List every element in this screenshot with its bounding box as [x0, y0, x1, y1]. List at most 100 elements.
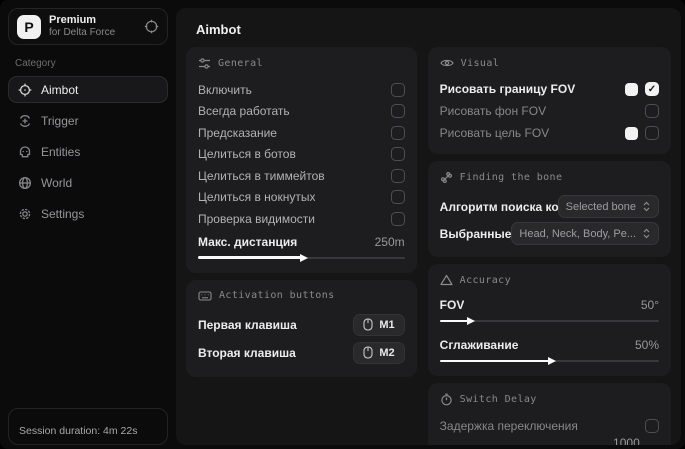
world-icon: [18, 176, 32, 190]
sliders-icon: [198, 57, 211, 70]
max-distance-label: Макс. дистанция: [198, 234, 298, 249]
eye-icon: [439, 57, 454, 69]
switch-delay-toggle-row: Задержка переключения: [440, 415, 659, 437]
toggle-label: Целиться в ботов: [198, 147, 296, 162]
switch-delay-toggle-label: Задержка переключения: [439, 418, 578, 433]
toggle-label: Целиться в тиммейтов: [198, 168, 325, 183]
general-card: General Включить Всегда работать Предска…: [186, 47, 417, 273]
fov-target-color-swatch[interactable]: [625, 126, 638, 140]
app-logo: P: [17, 14, 41, 39]
bone-algorithm-row: Алгоритм поиска костей Selected bone: [440, 193, 659, 220]
accuracy-card: Accuracy FOV 50° Сглаживание 50%: [427, 264, 671, 376]
app-window: P Premium for Delta Force Category Aimbo…: [0, 0, 685, 449]
first-key-label: Первая клавиша: [198, 317, 297, 332]
finding-bone-card: Finding the bone Алгоритм поиска костей …: [427, 161, 671, 257]
smoothing-label: Сглаживание: [439, 338, 519, 352]
category-label: Category: [15, 58, 56, 69]
visibility-check-checkbox[interactable]: [390, 211, 405, 226]
session-duration: Session duration: 4m 22s: [19, 425, 138, 437]
fov-label: FOV: [439, 298, 465, 312]
visual-row: Рисовать фон FOV: [440, 100, 659, 122]
target-bots-checkbox[interactable]: [390, 147, 405, 162]
crosshair-icon: [18, 83, 32, 97]
target-teammates-checkbox[interactable]: [390, 168, 405, 183]
sidebar-item-label: Trigger: [41, 113, 79, 128]
toggle-row: Целиться в ботов: [198, 144, 405, 166]
fov-slider[interactable]: [439, 316, 659, 326]
max-distance-slider[interactable]: [198, 253, 405, 263]
bone-algorithm-label: Алгоритм поиска костей: [439, 199, 558, 214]
switch-delay-header: Switch Delay: [440, 393, 659, 406]
fov-value: 50°: [640, 298, 659, 312]
visual-card: Visual Рисовать границу FOV Рисовать фон…: [427, 47, 671, 154]
switch-delay-ms-value: 1000 ms: [613, 435, 640, 446]
main-panel: Aimbot General Включить Всегда работать …: [176, 8, 681, 445]
sidebar-item-aimbot[interactable]: Aimbot: [8, 76, 168, 103]
keyboard-icon: [198, 290, 212, 302]
page-title: Aimbot: [196, 22, 241, 37]
prediction-checkbox[interactable]: [390, 125, 405, 140]
selected-bones-label: Выбранные кости: [439, 226, 512, 241]
sidebar-nav: Aimbot Trigger Entities World Settings: [8, 76, 168, 229]
visual-row: Рисовать цель FOV: [440, 122, 659, 144]
keybind-row: Вторая клавиша M2: [198, 339, 405, 367]
premium-card: P Premium for Delta Force: [8, 8, 168, 45]
toggle-label: Проверка видимости: [198, 211, 315, 226]
always-work-checkbox[interactable]: [390, 104, 405, 119]
draw-fov-background-label: Рисовать фон FOV: [439, 104, 547, 118]
second-key-button[interactable]: M2: [353, 341, 405, 364]
toggle-row: Целиться в нокнутых: [198, 187, 405, 209]
visual-header: Visual: [439, 57, 659, 69]
smoothing-value: 50%: [634, 338, 659, 352]
draw-fov-border-label: Рисовать границу FOV: [439, 82, 576, 96]
toggle-label: Предсказание: [198, 125, 277, 140]
first-key-button[interactable]: M1: [353, 313, 405, 336]
sidebar-item-label: Settings: [41, 206, 85, 221]
sidebar-item-settings[interactable]: Settings: [8, 200, 168, 227]
smoothing-slider[interactable]: [439, 356, 659, 366]
premium-title: Premium: [49, 14, 97, 27]
visual-row: Рисовать границу FOV: [440, 78, 659, 100]
switch-delay-slider-block: Задержка переключения (мс) 1000 ms: [440, 436, 659, 446]
draw-fov-target-label: Рисовать цель FOV: [439, 126, 550, 140]
fov-border-color-swatch[interactable]: [625, 82, 638, 96]
keybind-row: Первая клавиша M1: [198, 311, 405, 339]
bone-algorithm-select[interactable]: Selected bone: [557, 195, 659, 218]
toggle-row: Целиться в тиммейтов: [198, 165, 405, 187]
second-key-label: Вторая клавиша: [198, 345, 296, 360]
toggle-row: Включить: [198, 79, 405, 101]
target-icon[interactable]: [144, 19, 159, 34]
sidebar: P Premium for Delta Force Category Aimbo…: [0, 0, 168, 449]
max-distance-block: Макс. дистанция 250m: [198, 232, 405, 263]
selected-bones-row: Выбранные кости Head, Neck, Body, Pe...: [440, 220, 659, 247]
switch-delay-card: Switch Delay Задержка переключения Задер…: [427, 383, 671, 446]
mouse-icon: [363, 318, 373, 331]
sidebar-item-label: Aimbot: [41, 82, 79, 97]
toggle-row: Проверка видимости: [198, 208, 405, 230]
sidebar-item-label: Entities: [41, 144, 81, 159]
session-card: Session duration: 4m 22s: [8, 408, 168, 445]
switch-delay-checkbox[interactable]: [645, 418, 659, 433]
general-header: General: [198, 57, 405, 70]
toggle-label: Всегда работать: [198, 104, 290, 119]
smoothing-slider-block: Сглаживание 50%: [439, 335, 659, 366]
toggle-label: Включить: [198, 82, 252, 97]
premium-subtitle: for Delta Force: [49, 27, 116, 39]
activation-buttons-card: Activation buttons Первая клавиша M1 Вто…: [186, 279, 417, 377]
activation-header: Activation buttons: [198, 290, 405, 302]
sidebar-item-trigger[interactable]: Trigger: [8, 107, 168, 134]
selected-bones-select[interactable]: Head, Neck, Body, Pe...: [511, 222, 659, 245]
entities-icon: [18, 145, 32, 159]
bone-header: Finding the bone: [440, 171, 659, 184]
sidebar-item-label: World: [41, 175, 73, 190]
target-knocked-checkbox[interactable]: [390, 190, 405, 205]
draw-fov-target-checkbox[interactable]: [645, 126, 659, 140]
settings-icon: [18, 207, 32, 221]
fov-slider-block: FOV 50°: [439, 295, 659, 326]
draw-fov-border-checkbox[interactable]: [645, 82, 659, 96]
enable-checkbox[interactable]: [390, 82, 405, 97]
sidebar-item-world[interactable]: World: [8, 169, 168, 196]
max-distance-value: 250m: [374, 234, 405, 249]
draw-fov-background-checkbox[interactable]: [645, 104, 659, 118]
sidebar-item-entities[interactable]: Entities: [8, 138, 168, 165]
